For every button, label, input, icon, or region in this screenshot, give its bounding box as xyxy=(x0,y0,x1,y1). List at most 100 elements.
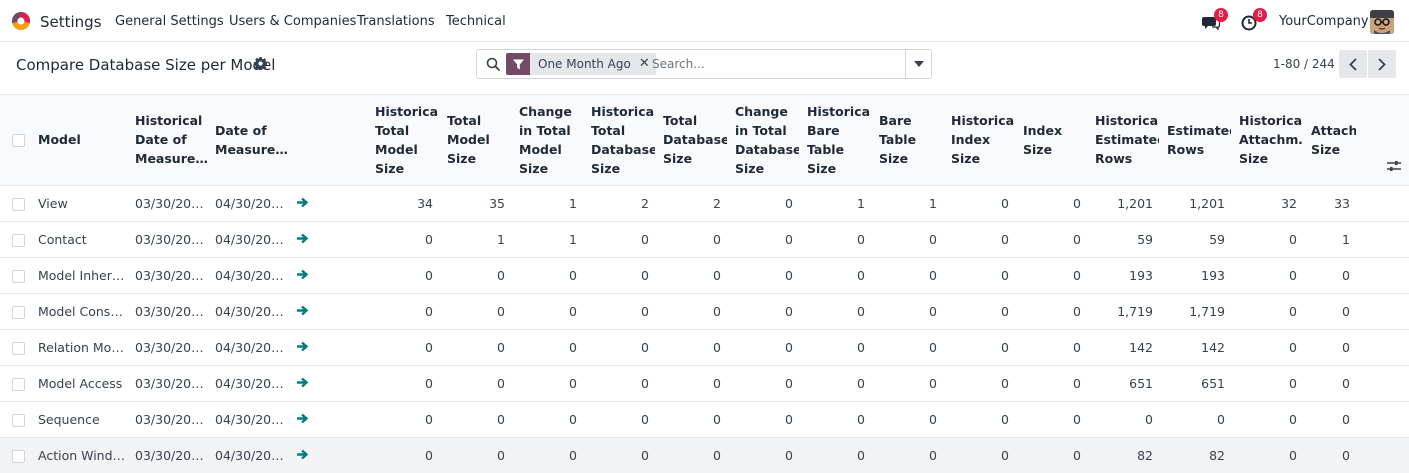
column-header-label: Historical Bare Table Size xyxy=(807,103,871,176)
column-header-bare-table-size[interactable]: Bare Table Size xyxy=(875,95,947,186)
column-header-historical-bare-table-size[interactable]: Historical Bare Table Size xyxy=(803,95,875,186)
row-checkbox[interactable] xyxy=(12,449,25,463)
cell-value: 0 xyxy=(803,401,875,438)
cell-value: 0 xyxy=(731,329,803,366)
row-checkbox[interactable] xyxy=(12,197,25,211)
column-header-change-in-total-database-size[interactable]: Change in Total Database Size xyxy=(731,95,803,186)
page-title[interactable]: Compare Database Size per Model xyxy=(16,56,275,74)
table-row[interactable]: View 03/30/2025 04/30/2025 34 35 1 2 2 0 1 1 0 0 1,20… xyxy=(0,185,1409,222)
column-header-label: Historical Date of Measure… xyxy=(135,113,207,167)
row-end-cell xyxy=(1360,221,1409,258)
table-row[interactable]: Relation Model 03/30/2025 04/30/2025 0 0 0 0 0 0… xyxy=(0,329,1409,366)
app-logo-icon[interactable] xyxy=(11,11,31,31)
cell-value: 0 xyxy=(515,329,587,366)
cell-value: 2 xyxy=(587,185,659,222)
search-input[interactable] xyxy=(652,54,902,74)
search-facet[interactable]: One Month Ago ✕ xyxy=(506,53,656,75)
cell-date: 04/30/2025 xyxy=(211,329,291,366)
arrow-right-icon xyxy=(291,401,371,438)
cell-value: 0 xyxy=(947,185,1019,222)
menu-users-companies[interactable]: Users & Companies xyxy=(229,14,356,29)
column-header-historical-estimated-rows[interactable]: Historical Estimated Rows xyxy=(1091,95,1163,186)
pager-value[interactable]: 1-80 / 244 xyxy=(1273,57,1335,71)
cell-value: 59 xyxy=(1163,221,1235,258)
cell-date: 03/30/2025 xyxy=(131,401,211,438)
table-row[interactable]: Model Access 03/30/2025 04/30/2025 0 0 0 0 0 0 0 0… xyxy=(0,365,1409,402)
row-checkbox[interactable] xyxy=(12,413,25,427)
cell-value: 0 xyxy=(1307,257,1360,294)
arrow-right-icon xyxy=(297,377,309,387)
cell-date: 04/30/2025 xyxy=(211,185,291,222)
cell-value: 0 xyxy=(371,437,443,473)
table-row[interactable]: Model Const… 03/30/2025 04/30/2025 0 0 0 0 0 0 0 0… xyxy=(0,293,1409,330)
column-header-estimated-rows[interactable]: Estimated Rows xyxy=(1163,95,1235,186)
cell-value: 0 xyxy=(875,257,947,294)
arrow-right-icon xyxy=(297,233,309,243)
column-header-total-database-size[interactable]: Total Database Size xyxy=(659,95,731,186)
cell-value: 0 xyxy=(443,257,515,294)
column-header-date-of-measure[interactable]: Date of Measure… xyxy=(211,95,291,186)
column-header-historical-total-model-size[interactable]: Historical Total Model Size xyxy=(371,95,443,186)
menu-general-settings[interactable]: General Settings xyxy=(115,14,224,29)
cell-value: 0 xyxy=(1235,437,1307,473)
arrow-right-icon xyxy=(291,437,371,473)
column-header-index-size[interactable]: Index Size xyxy=(1019,95,1091,186)
column-header-attachm-size[interactable]: Attachm… Size xyxy=(1307,95,1360,186)
column-header-historical-total-database-size[interactable]: Historical Total Database Size xyxy=(587,95,659,186)
arrow-right-icon xyxy=(291,257,371,294)
pager-previous-button[interactable] xyxy=(1339,50,1367,78)
optional-columns-icon[interactable] xyxy=(1387,160,1401,172)
cell-value: 0 xyxy=(371,257,443,294)
column-header-change-in-total-model-size[interactable]: Change in Total Model Size xyxy=(515,95,587,186)
cell-value: 0 xyxy=(659,401,731,438)
search-bar[interactable]: One Month Ago ✕ xyxy=(476,49,932,79)
cell-value: 0 xyxy=(1019,401,1091,438)
column-header-historical-attachm-size[interactable]: Historical Attachm… Size xyxy=(1235,95,1307,186)
activities-button[interactable]: 8 xyxy=(1241,8,1267,33)
cell-model: Model Const… xyxy=(34,293,131,330)
row-checkbox[interactable] xyxy=(12,305,25,319)
cell-value: 193 xyxy=(1163,257,1235,294)
column-header-model[interactable]: Model xyxy=(34,95,131,186)
avatar[interactable] xyxy=(1370,10,1394,34)
arrow-right-icon xyxy=(297,305,309,315)
cell-value: 0 xyxy=(1235,293,1307,330)
row-checkbox[interactable] xyxy=(12,269,25,283)
menu-translations[interactable]: Translations xyxy=(357,14,435,29)
pager-next-button[interactable] xyxy=(1368,50,1396,78)
cell-date: 03/30/2025 xyxy=(131,437,211,473)
table-row[interactable]: Model Inheri… 03/30/2025 04/30/2025 0 0 0 0 0 0 0… xyxy=(0,257,1409,294)
row-select-cell xyxy=(0,401,34,438)
gear-icon[interactable] xyxy=(254,57,267,70)
menu-technical[interactable]: Technical xyxy=(446,14,506,29)
row-select-cell xyxy=(0,257,34,294)
row-checkbox[interactable] xyxy=(12,233,25,247)
cell-value: 0 xyxy=(1019,221,1091,258)
company-switcher[interactable]: YourCompany xyxy=(1279,14,1369,29)
select-all-checkbox[interactable] xyxy=(12,134,25,148)
column-header-label: Historical Total Database Size xyxy=(591,103,655,176)
search-options-toggle[interactable] xyxy=(905,50,931,78)
cell-value: 59 xyxy=(1091,221,1163,258)
table-row[interactable]: Action Wind… 03/30/2025 04/30/2025 0 0 0 0 0 0 0 0… xyxy=(0,437,1409,473)
search-icon[interactable] xyxy=(486,57,500,71)
table-row[interactable]: Contact 03/30/2025 04/30/2025 0 1 1 0 0 0 0 0 0 0 59 5… xyxy=(0,221,1409,258)
row-checkbox[interactable] xyxy=(12,341,25,355)
cell-value: 0 xyxy=(659,257,731,294)
messages-button[interactable]: 8 xyxy=(1202,8,1228,33)
column-header-historical-date-of-measure[interactable]: Historical Date of Measure… xyxy=(131,95,211,186)
cell-value: 2 xyxy=(659,185,731,222)
cell-value: 0 xyxy=(1163,401,1235,438)
app-name[interactable]: Settings xyxy=(40,13,102,31)
column-header-label: Estimated Rows xyxy=(1167,122,1231,157)
cell-value: 0 xyxy=(731,401,803,438)
column-header-total-model-size[interactable]: Total Model Size xyxy=(443,95,515,186)
row-checkbox[interactable] xyxy=(12,377,25,391)
cell-date: 03/30/2025 xyxy=(131,365,211,402)
table-row[interactable]: Sequence 03/30/2025 04/30/2025 0 0 0 0 0 0 0 0 0 0 0 0… xyxy=(0,401,1409,438)
cell-value: 82 xyxy=(1091,437,1163,473)
column-header-arrow xyxy=(291,95,371,186)
cell-value: 1,201 xyxy=(1091,185,1163,222)
column-header-historical-index-size[interactable]: Historical Index Size xyxy=(947,95,1019,186)
cell-value: 0 xyxy=(875,401,947,438)
